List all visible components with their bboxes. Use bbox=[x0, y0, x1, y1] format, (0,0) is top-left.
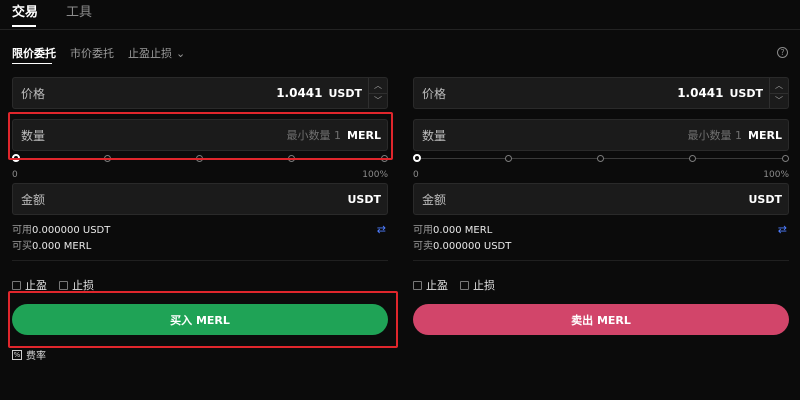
fee-icon: % bbox=[12, 349, 22, 360]
sell-divider bbox=[413, 260, 789, 261]
buy-available-value: 0.000000 USDT bbox=[32, 225, 111, 236]
sell-slider-mark-50[interactable] bbox=[597, 155, 604, 162]
sell-button[interactable]: 卖出 MERL bbox=[413, 304, 789, 335]
checkbox-icon bbox=[12, 280, 21, 290]
sell-quantity-placeholder: 最小数量 1 bbox=[687, 129, 743, 142]
chevron-down-icon: ⌄ bbox=[176, 46, 186, 60]
sell-price-unit: USDT bbox=[729, 86, 764, 100]
buy-max-label: 可买 bbox=[12, 241, 32, 252]
buy-available-label: 可用 bbox=[12, 225, 32, 236]
sell-slider-labels: 0 100% bbox=[413, 170, 789, 180]
sell-amount-label: 金额 bbox=[422, 192, 447, 207]
sell-slider-mark-25[interactable] bbox=[505, 155, 512, 162]
buy-amount-unit: USDT bbox=[347, 192, 382, 206]
buy-price-label: 价格 bbox=[21, 86, 46, 101]
buy-price-field[interactable]: 价格 1.0441 USDT ︿ ﹀ bbox=[12, 77, 388, 109]
buy-max-value: 0.000 MERL bbox=[32, 241, 92, 252]
buy-price-increment-icon[interactable]: ︿ bbox=[369, 78, 387, 94]
buy-divider bbox=[12, 260, 388, 261]
buy-price-value[interactable]: 1.0441 bbox=[276, 86, 322, 100]
sell-take-profit-checkbox[interactable]: 止盈 bbox=[413, 277, 448, 293]
buy-price-unit: USDT bbox=[328, 86, 363, 100]
checkbox-icon bbox=[413, 280, 422, 290]
sell-quantity-label: 数量 bbox=[422, 128, 447, 143]
sell-price-field[interactable]: 价格 1.0441 USDT ︿ ﹀ bbox=[413, 77, 789, 109]
sell-price-label: 价格 bbox=[422, 86, 447, 101]
sell-max-label: 可卖 bbox=[413, 241, 433, 252]
sell-available-value: 0.000 MERL bbox=[433, 225, 493, 236]
buy-price-stepper: ︿ ﹀ bbox=[368, 78, 387, 108]
sell-stop-loss-checkbox[interactable]: 止损 bbox=[460, 277, 495, 293]
sell-slider-mark-100[interactable] bbox=[782, 155, 789, 162]
sell-amount-unit: USDT bbox=[748, 192, 783, 206]
quantity-highlight-box bbox=[8, 112, 393, 160]
sell-quantity-field[interactable]: 数量 最小数量 1 MERL bbox=[413, 119, 789, 151]
sell-slider-max: 100% bbox=[763, 170, 789, 180]
sell-quantity-slider[interactable] bbox=[413, 154, 789, 164]
buy-button-highlight-box bbox=[8, 291, 398, 348]
sell-tpsl-options: 止盈 止损 bbox=[413, 277, 495, 293]
checkbox-icon bbox=[59, 280, 68, 290]
buy-price-decrement-icon[interactable]: ﹀ bbox=[369, 94, 387, 109]
sell-available-label: 可用 bbox=[413, 225, 433, 236]
sell-max: 可卖0.000000 USDT bbox=[413, 237, 511, 252]
buy-slider-min: 0 bbox=[12, 170, 18, 180]
sell-price-decrement-icon[interactable]: ﹀ bbox=[770, 94, 788, 109]
fee-rate-link[interactable]: % 费率 bbox=[12, 347, 46, 362]
tab-limit-order[interactable]: 限价委托 bbox=[12, 45, 56, 61]
checkbox-icon bbox=[460, 280, 469, 290]
swap-icon[interactable]: ⇄ bbox=[778, 223, 787, 236]
tab-market-order[interactable]: 市价委托 bbox=[70, 45, 114, 61]
sell-amount-field[interactable]: 金额 USDT bbox=[413, 183, 789, 215]
sell-stop-loss-label: 止损 bbox=[473, 279, 495, 292]
buy-max: 可买0.000 MERL bbox=[12, 237, 91, 252]
tab-tpsl-order[interactable]: 止盈止损 ⌄ bbox=[128, 45, 185, 61]
sell-take-profit-label: 止盈 bbox=[426, 279, 448, 292]
buy-amount-field[interactable]: 金额 USDT bbox=[12, 183, 388, 215]
tab-tpsl-label: 止盈止损 bbox=[128, 47, 172, 60]
fee-rate-label: 费率 bbox=[26, 351, 46, 362]
swap-icon[interactable]: ⇄ bbox=[377, 223, 386, 236]
sell-price-stepper: ︿ ﹀ bbox=[769, 78, 788, 108]
buy-available: 可用0.000000 USDT bbox=[12, 221, 110, 236]
top-tabs: 交易 工具 bbox=[12, 4, 92, 26]
sell-price-increment-icon[interactable]: ︿ bbox=[770, 78, 788, 94]
tab-trade[interactable]: 交易 bbox=[12, 4, 38, 26]
tab-tools[interactable]: 工具 bbox=[66, 4, 92, 26]
sell-slider-mark-75[interactable] bbox=[689, 155, 696, 162]
tab-underline bbox=[12, 25, 36, 27]
sell-slider-handle[interactable] bbox=[413, 154, 421, 162]
sell-max-value: 0.000000 USDT bbox=[433, 241, 512, 252]
buy-slider-max: 100% bbox=[362, 170, 388, 180]
sell-quantity-unit: MERL bbox=[748, 128, 782, 142]
sell-slider-min: 0 bbox=[413, 170, 419, 180]
sell-available: 可用0.000 MERL bbox=[413, 221, 492, 236]
help-icon[interactable]: ? bbox=[777, 47, 788, 58]
sub-tab-underline bbox=[12, 63, 52, 64]
buy-slider-labels: 0 100% bbox=[12, 170, 388, 180]
order-type-tabs: 限价委托 市价委托 止盈止损 ⌄ bbox=[12, 44, 185, 62]
buy-amount-label: 金额 bbox=[21, 192, 46, 207]
top-divider bbox=[0, 29, 800, 30]
sell-price-value[interactable]: 1.0441 bbox=[677, 86, 723, 100]
